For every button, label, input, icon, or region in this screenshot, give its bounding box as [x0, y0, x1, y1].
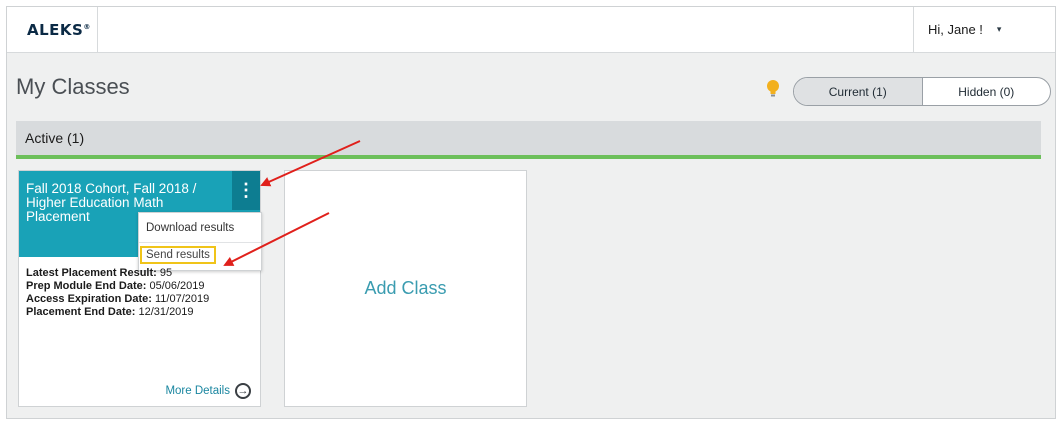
arrow-right-circle-icon: →	[235, 383, 251, 399]
detail-row: Placement End Date: 12/31/2019	[26, 306, 194, 318]
more-details-label: More Details	[165, 385, 230, 397]
detail-row: Prep Module End Date: 05/06/2019	[26, 280, 205, 292]
more-details-link[interactable]: More Details →	[165, 383, 251, 399]
class-options-menu: Download results Send results	[138, 212, 262, 271]
class-filter-toggle: Current (1) Hidden (0)	[793, 77, 1051, 106]
aleks-logo[interactable]: ALEKS®	[7, 7, 98, 52]
user-menu[interactable]: Hi, Jane ! ▾	[913, 7, 1055, 52]
section-label: Active (1)	[25, 130, 85, 146]
page-title: My Classes	[16, 74, 130, 99]
tab-hidden[interactable]: Hidden (0)	[923, 78, 1051, 105]
logo-text: ALEKS®	[27, 20, 91, 39]
send-results-item[interactable]: Send results	[140, 246, 216, 264]
detail-row: Latest Placement Result: 95	[26, 267, 173, 279]
detail-row: Access Expiration Date: 11/07/2019	[26, 293, 210, 305]
class-card[interactable]: Fall 2018 Cohort, Fall 2018 / Higher Edu…	[18, 170, 262, 407]
add-class-card[interactable]: Add Class	[284, 170, 527, 407]
download-results-item[interactable]: Download results	[139, 213, 261, 243]
class-details: Latest Placement Result: 95 Prep Module …	[26, 267, 209, 319]
add-class-label: Add Class	[364, 278, 447, 298]
logo-registered-mark: ®	[83, 22, 91, 31]
lightbulb-icon[interactable]	[766, 79, 780, 99]
app-frame: ALEKS® Hi, Jane ! ▾ My Classes Current (…	[6, 6, 1056, 419]
chevron-down-icon: ▾	[996, 24, 1002, 34]
more-options-icon[interactable]: ⋮	[232, 171, 260, 210]
tab-current[interactable]: Current (1)	[794, 78, 923, 105]
top-bar: ALEKS® Hi, Jane ! ▾	[7, 7, 1055, 53]
active-section-header: Active (1)	[16, 121, 1041, 159]
user-greeting: Hi, Jane !	[928, 22, 983, 37]
